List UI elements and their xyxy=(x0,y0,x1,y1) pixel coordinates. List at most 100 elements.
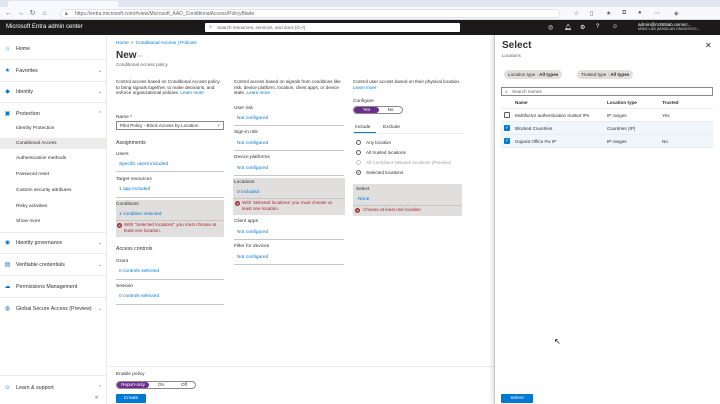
select-locations-block[interactable]: Select None ✕ Choose at least one locati… xyxy=(353,184,462,216)
refresh-icon[interactable]: ↻ xyxy=(28,9,37,18)
favorites-list-icon[interactable]: ★ xyxy=(606,10,611,17)
client-apps-link[interactable]: Not configured xyxy=(237,230,268,235)
divider xyxy=(234,239,344,240)
row-checkbox[interactable] xyxy=(504,112,510,118)
divider xyxy=(0,297,107,298)
filter-devices-link[interactable]: Not configured xyxy=(237,255,268,260)
select-none-link[interactable]: None xyxy=(358,197,369,202)
profile-icon[interactable]: ● xyxy=(638,10,642,16)
users-link[interactable]: Specific users included xyxy=(119,162,168,167)
feedback-icon[interactable]: ☺ xyxy=(612,24,618,30)
radio-selected-locations[interactable] xyxy=(356,170,361,175)
panel-search-input[interactable]: ⌕ Search names xyxy=(501,87,713,96)
tab-include[interactable]: Include xyxy=(355,125,370,130)
locations-link[interactable]: 0 included xyxy=(237,190,259,195)
configure-toggle[interactable]: Yes No xyxy=(353,106,403,114)
chevron-down-icon: ⌄ xyxy=(97,68,102,74)
sidebar-item-identity[interactable]: ◆ Identity ⌄ xyxy=(0,86,107,98)
sidebar-item-learn-support[interactable]: ☺ Learn & support ⌃ xyxy=(0,382,107,394)
edge-copilot-icon[interactable]: ◈ xyxy=(674,10,679,17)
page-subtitle: Conditional Access policy xyxy=(116,62,168,67)
create-button[interactable]: Create xyxy=(116,394,146,403)
sidebar-item-label: Learn & support xyxy=(16,385,54,391)
enable-policy-label: Enable policy xyxy=(116,372,145,377)
configure-yes[interactable]: Yes xyxy=(354,107,379,113)
radio-label: Any location xyxy=(366,140,392,145)
sidebar-item-identity-governance[interactable]: ◉ Identity governance ⌄ xyxy=(0,237,107,249)
radio-all-trusted[interactable] xyxy=(356,150,361,155)
filter-label: Trusted type : xyxy=(581,72,611,77)
row-type: IP ranges xyxy=(607,139,627,144)
conditions-link[interactable]: 1 condition selected xyxy=(119,212,161,217)
location-type-filter[interactable]: Location type : All types xyxy=(504,70,563,79)
report-only-option[interactable]: Report-only xyxy=(117,382,149,388)
notifications-icon[interactable]: 🔔︎ xyxy=(564,24,572,31)
search-icon: ⌕ xyxy=(209,24,212,30)
on-option[interactable]: On xyxy=(149,382,173,388)
sidebar-item-global-secure-access[interactable]: ◍ Global Secure Access (Preview) ⌄ xyxy=(0,303,107,315)
close-icon[interactable]: ✕ xyxy=(705,41,712,50)
globe-icon: ◍ xyxy=(4,306,11,312)
policy-name-input[interactable]: Pilot Policy - Block Access by Location … xyxy=(116,121,224,130)
breadcrumb-section[interactable]: Conditional Access | Policies xyxy=(136,41,197,46)
copilot-icon[interactable]: ◎ xyxy=(548,24,553,31)
breadcrumb-home[interactable]: Home xyxy=(116,41,129,46)
sidebar-item-protection[interactable]: ▣ Protection ⌃ xyxy=(0,108,107,120)
favorite-icon[interactable]: ☆ xyxy=(574,10,579,17)
address-bar[interactable]: 🔒︎ https://entra.microsoft.com/#view/Mic… xyxy=(60,9,560,18)
radio-any-location[interactable] xyxy=(356,140,361,145)
home-browser-icon[interactable]: ⌂ xyxy=(40,9,49,18)
help-icon[interactable]: ? xyxy=(596,24,599,30)
device-platforms-link[interactable]: Not configured xyxy=(237,166,268,171)
learn-more-link[interactable]: Learn more xyxy=(353,85,377,90)
sidebar-sub-authentication-methods[interactable]: Authentication methods xyxy=(16,156,66,161)
user-risk-link[interactable]: Not configured xyxy=(237,116,268,121)
learn-more-link[interactable]: Learn more xyxy=(247,90,271,95)
collapse-nav-icon[interactable]: « xyxy=(95,395,98,401)
sidebar-sub-show-more[interactable]: Show more xyxy=(16,219,40,224)
locations-block[interactable]: Locations 0 included ✕ With 'selected lo… xyxy=(233,178,345,215)
row-name: Blocked Countries xyxy=(515,126,553,131)
learn-more-link[interactable]: Learn more xyxy=(180,90,204,95)
settings-icon[interactable]: ⚙ xyxy=(580,24,585,31)
sidebar-item-label: Favorites xyxy=(16,68,38,74)
row-checkbox[interactable]: ✓ xyxy=(504,138,510,144)
filter-value: All types xyxy=(610,72,630,77)
sidebar-item-permissions-management[interactable]: ☁ Permissions Management xyxy=(0,281,107,293)
sidebar-item-favorites[interactable]: ★ Favorites ⌄ xyxy=(0,65,107,77)
app-title[interactable]: Microsoft Entra admin center xyxy=(6,24,83,30)
sidebar-sub-risky-activities[interactable]: Risky activities xyxy=(16,204,47,209)
home-icon: ⌂ xyxy=(5,46,10,52)
sidebar-sub-password-reset[interactable]: Password reset xyxy=(16,172,49,177)
configure-no[interactable]: No xyxy=(378,107,403,113)
sidebar-item-verifiable-credentials[interactable]: ▤ Verifiable credentials ⌄ xyxy=(0,259,107,271)
more-options-icon[interactable]: ⋯ xyxy=(137,53,143,60)
sidebar-sub-custom-security-attributes[interactable]: Custom security attributes xyxy=(16,188,71,193)
search-input[interactable]: ⌕ Search resources, services, and docs (… xyxy=(205,23,460,32)
account-menu[interactable]: admin@m365lab.onmicr... M365 LAB (M365LA… xyxy=(638,22,700,32)
sidebar-sub-conditional-access[interactable]: Conditional Access xyxy=(16,141,57,146)
row-checkbox[interactable]: ✓ xyxy=(504,125,510,131)
browser-toolbar: ← → ↻ ⌂ 🔒︎ https://entra.microsoft.com/#… xyxy=(0,7,720,20)
tab-exclude[interactable]: Exclude xyxy=(383,125,400,130)
row-type: Countries (IP) xyxy=(607,126,636,131)
session-link[interactable]: 0 controls selected xyxy=(119,294,159,299)
radio-label: All Compliant Network locations (Preview… xyxy=(366,160,452,165)
split-screen-icon[interactable]: ▯ xyxy=(590,10,593,17)
conditions-block[interactable]: Conditions 1 condition selected ✕ With "… xyxy=(116,200,224,237)
forward-icon[interactable]: → xyxy=(16,9,25,18)
target-resources-link[interactable]: 1 app included xyxy=(119,187,150,192)
more-browser-icon[interactable]: ⋯ xyxy=(654,10,660,17)
sidebar-sub-identity-protection[interactable]: Identity Protection xyxy=(16,126,54,131)
back-icon[interactable]: ← xyxy=(4,9,13,18)
sidebar-item-home[interactable]: ⌂ Home xyxy=(0,43,107,55)
select-button[interactable]: Select xyxy=(501,394,533,403)
divider xyxy=(353,205,462,206)
grant-link[interactable]: 0 controls selected xyxy=(119,269,159,274)
enable-policy-toggle[interactable]: Report-only On Off xyxy=(116,381,196,389)
off-option[interactable]: Off xyxy=(173,382,195,388)
signin-risk-link[interactable]: Not configured xyxy=(237,141,268,146)
collections-icon[interactable]: ⧉ xyxy=(622,10,626,17)
breadcrumb: Home > Conditional Access | Policies xyxy=(116,41,197,46)
trusted-type-filter[interactable]: Trusted type : All types xyxy=(577,70,634,79)
